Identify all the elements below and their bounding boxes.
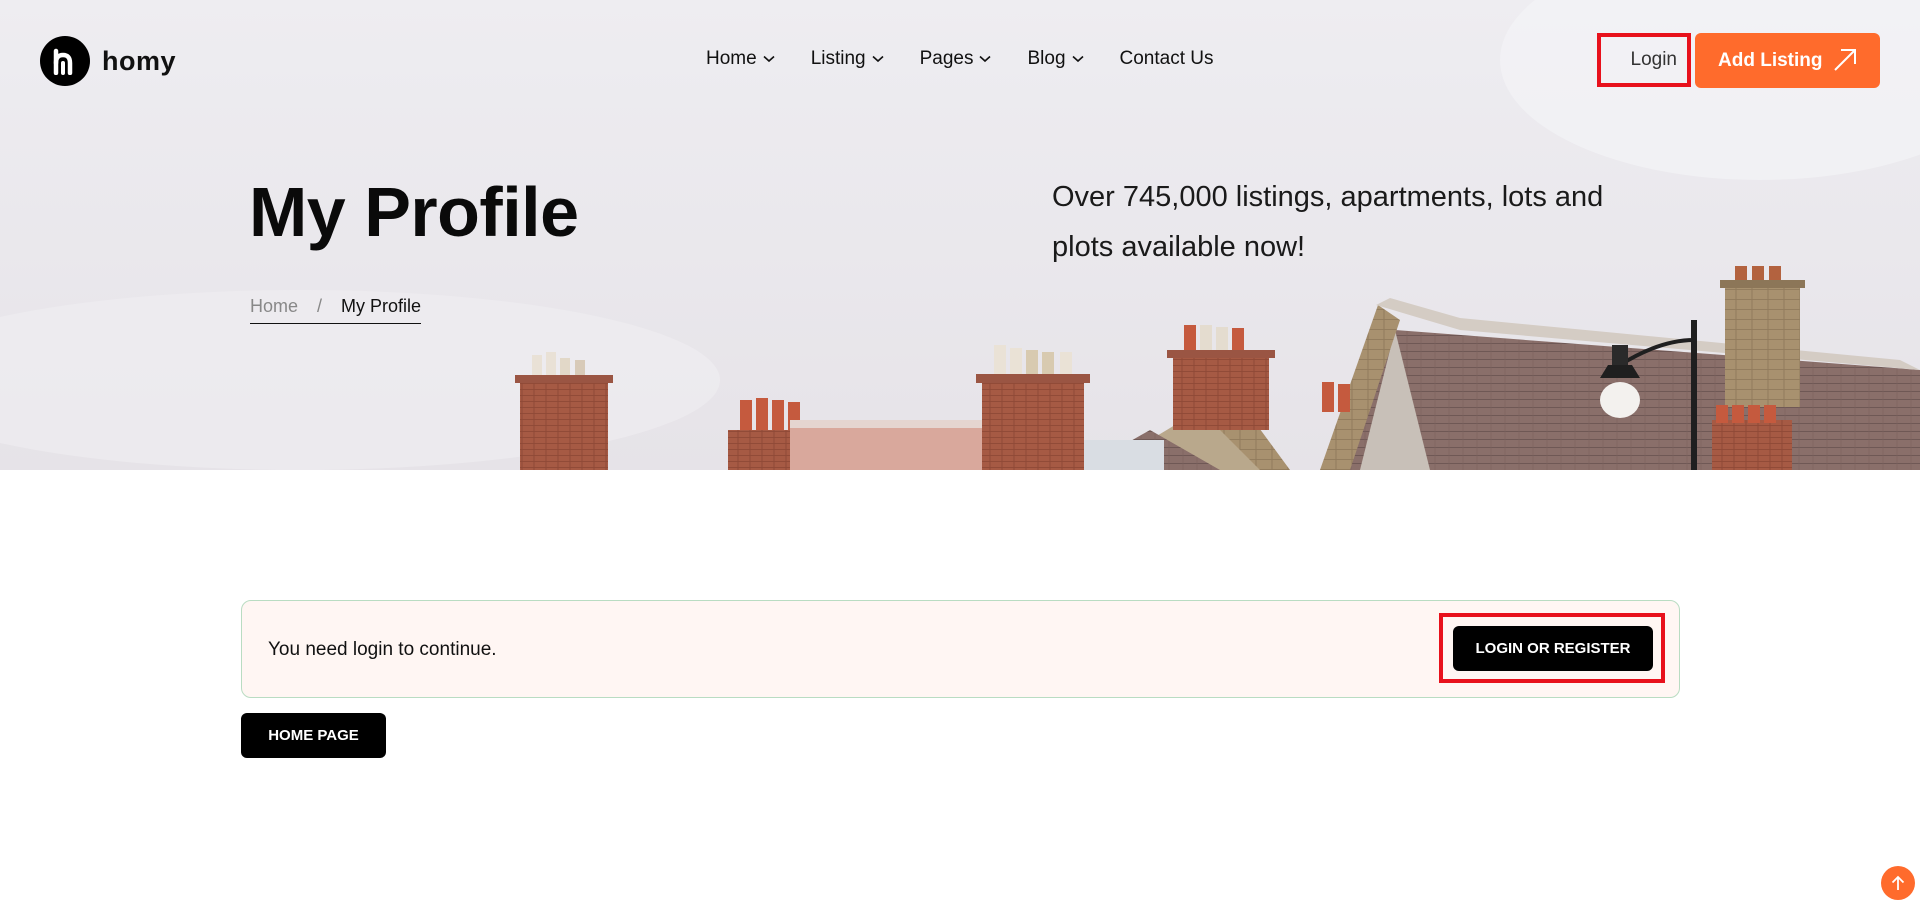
nav-item-label: Pages xyxy=(919,48,974,69)
add-listing-button[interactable]: Add Listing xyxy=(1695,33,1880,88)
nav-item-contact-us[interactable]: Contact Us xyxy=(1120,48,1214,70)
nav-item-label: Contact Us xyxy=(1119,48,1214,69)
chevron-down-icon xyxy=(872,55,884,63)
breadcrumb-home-link[interactable]: Home xyxy=(250,296,298,317)
arrow-up-icon xyxy=(1891,875,1905,890)
arrow-up-right-icon xyxy=(1832,47,1858,79)
brand-name: homy xyxy=(102,45,177,76)
breadcrumb-current: My Profile xyxy=(341,296,422,316)
login-or-register-button[interactable]: LOGIN OR REGISTER xyxy=(1453,626,1653,671)
nav-item-blog[interactable]: Blog xyxy=(1027,48,1084,70)
chevron-down-icon xyxy=(763,55,775,63)
nav-item-home[interactable]: Home xyxy=(706,48,775,70)
homy-logo-icon xyxy=(40,36,90,86)
nav-item-listing[interactable]: Listing xyxy=(811,48,884,70)
main-nav: Home Listing Pages Blog Contact Us xyxy=(706,48,1214,70)
nav-item-label: Home xyxy=(706,48,757,69)
breadcrumb-separator: / xyxy=(317,296,323,316)
notice-message: You need login to continue. xyxy=(268,639,497,660)
site-logo[interactable]: homy xyxy=(40,36,176,86)
page-title: My Profile xyxy=(249,173,579,251)
nav-item-label: Listing xyxy=(810,48,866,69)
nav-item-label: Blog xyxy=(1027,48,1066,69)
nav-item-pages[interactable]: Pages xyxy=(920,48,992,70)
site-header: homy Home Listing Pages Blog Contact Us … xyxy=(0,0,1920,122)
login-link[interactable]: Login xyxy=(1597,33,1691,87)
login-label: Login xyxy=(1630,49,1678,70)
chevron-down-icon xyxy=(979,55,992,63)
home-page-button[interactable]: HOME PAGE xyxy=(241,713,386,758)
scroll-to-top-button[interactable] xyxy=(1881,866,1915,900)
chevron-down-icon xyxy=(1071,55,1084,63)
add-listing-label: Add Listing xyxy=(1718,49,1823,71)
hero-banner: homy Home Listing Pages Blog Contact Us … xyxy=(0,0,1920,470)
breadcrumb: Home / My Profile xyxy=(250,296,422,324)
hero-tagline: Over 745,000 listings, apartments, lots … xyxy=(1052,181,1604,263)
